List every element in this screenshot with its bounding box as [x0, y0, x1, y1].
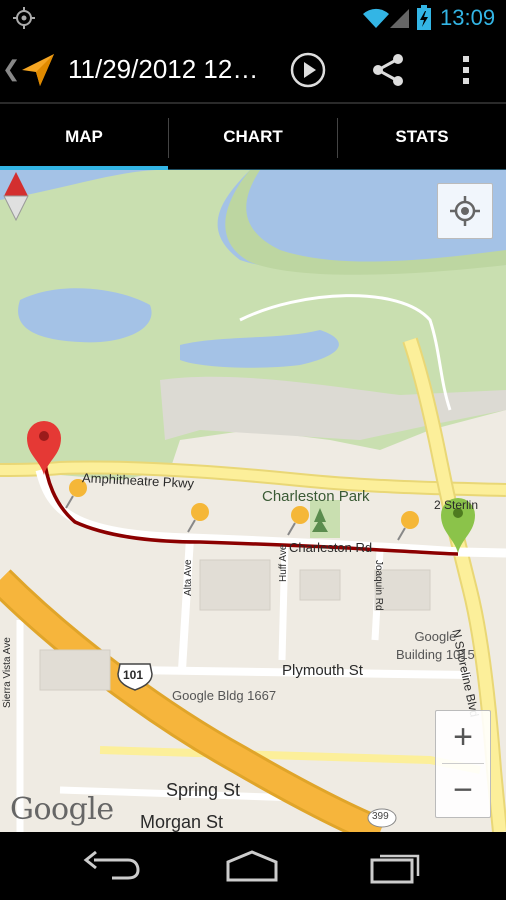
battery-icon	[417, 5, 431, 30]
zoom-in-button[interactable]: +	[436, 711, 490, 763]
clock: 13:09	[440, 5, 496, 30]
label-plymouth-st: Plymouth St	[282, 662, 363, 679]
status-bar: 13:09	[0, 0, 506, 36]
track-title: 11/29/2012 12…	[68, 54, 259, 84]
my-location-button[interactable]	[437, 183, 493, 239]
compass-icon[interactable]	[0, 170, 32, 222]
home-icon[interactable]	[222, 848, 282, 884]
tab-bar: MAP CHART STATS	[0, 104, 506, 171]
label-sierra-vista-ave: Sierra Vista Ave	[2, 637, 13, 708]
tab-chart[interactable]: CHART	[169, 104, 337, 170]
zoom-out-button[interactable]: −	[436, 764, 490, 816]
label-highway-399: 399	[372, 811, 389, 822]
label-alta-ave: Alta Ave	[183, 559, 194, 596]
label-charleston-rd: Charleston Rd	[289, 540, 373, 555]
label-charleston-park: Charleston Park	[262, 488, 370, 505]
google-attribution: Google	[10, 792, 114, 827]
play-icon[interactable]	[288, 50, 328, 90]
recents-icon[interactable]	[364, 848, 424, 884]
wifi-icon	[363, 8, 389, 28]
tab-map[interactable]: MAP	[0, 104, 168, 170]
tab-stats[interactable]: STATS	[338, 104, 506, 170]
navigation-bar	[0, 832, 506, 900]
label-sterlin: 2 Sterlin	[434, 498, 479, 512]
overflow-menu-icon[interactable]	[448, 50, 484, 90]
label-joaquin-rd: Joaquin Rd	[373, 560, 384, 611]
signal-icon	[390, 9, 409, 28]
label-google-building-1015: Google Building 1015	[396, 629, 475, 662]
label-huff-ave: Huff Ave	[278, 544, 289, 582]
label-morgan-st: Morgan St	[140, 812, 224, 832]
gps-icon	[13, 7, 35, 29]
my-location-icon	[450, 196, 480, 226]
map-view[interactable]: Amphitheatre Pkwy Charleston Park Charle…	[0, 170, 506, 832]
back-icon[interactable]	[82, 848, 142, 884]
my-tracks-arrow-icon[interactable]	[18, 50, 58, 90]
label-highway-101: 101	[123, 668, 144, 682]
action-bar: ❮ 11/29/2012 12…	[0, 36, 506, 104]
share-icon[interactable]	[368, 50, 408, 90]
map-canvas	[0, 170, 506, 832]
waypoint-pin[interactable]	[287, 506, 309, 536]
label-spring-st: Spring St	[166, 780, 241, 800]
label-google-bldg-1667: Google Bldg 1667	[172, 688, 277, 703]
waypoint-pin[interactable]	[397, 511, 419, 541]
zoom-control: + −	[435, 710, 491, 818]
waypoint-pin[interactable]	[187, 503, 209, 533]
